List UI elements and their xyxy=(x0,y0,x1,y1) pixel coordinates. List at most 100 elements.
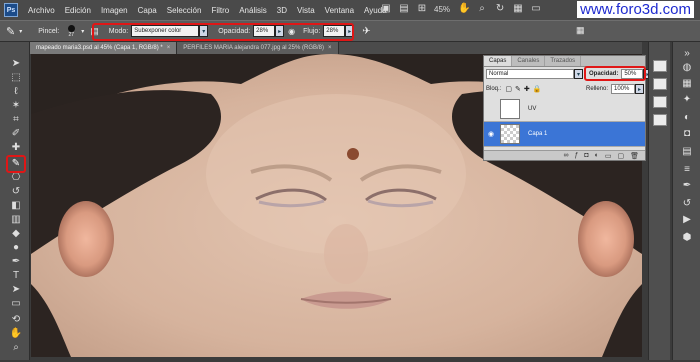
3d-panel-icon[interactable]: ⬢ xyxy=(680,232,694,244)
zoom-level[interactable]: 45% xyxy=(434,5,450,14)
history-brush-icon[interactable]: ↺ xyxy=(9,186,23,198)
preset-dropdown-icon[interactable]: ▾ xyxy=(19,28,22,35)
view-extras-icon[interactable]: ⊞ xyxy=(416,3,428,15)
menu-3d[interactable]: 3D xyxy=(277,6,287,15)
lock-all-icon[interactable]: 🔒 xyxy=(533,85,542,93)
tab-mapeado-maria3[interactable]: mapeado maria3.psd al 45% (Capa 1, RGB/8… xyxy=(30,42,178,54)
type-tool-icon[interactable]: T xyxy=(9,270,23,282)
paths-panel-icon[interactable]: ✒ xyxy=(680,180,694,192)
swatches-panel-icon[interactable]: ▦ xyxy=(680,78,694,90)
tab-capas[interactable]: Capas xyxy=(484,56,513,66)
brush-label: Pincel: xyxy=(38,27,60,35)
styles-panel-icon[interactable]: ✦ xyxy=(680,94,694,106)
bridge-icon[interactable]: ▣ xyxy=(380,3,392,15)
menu-bar-tools: ▣ ▤ ⊞ 45% ✋ ⌕ ↻ ▦ ▭ xyxy=(380,3,548,15)
tab-perfiles-maria[interactable]: PERFILES MARIA alejandra 077.jpg al 25% … xyxy=(177,42,339,54)
rotate-view-icon[interactable]: ↻ xyxy=(494,3,506,15)
layer-name[interactable]: UV xyxy=(528,106,536,112)
3d-rotate-icon[interactable]: ⟲ xyxy=(9,314,23,326)
adjustments-panel-icon[interactable]: ◐ xyxy=(680,112,694,124)
path-selection-icon[interactable]: ➤ xyxy=(9,284,23,296)
menu-imagen[interactable]: Imagen xyxy=(101,6,128,15)
panel-button[interactable] xyxy=(653,60,667,72)
menu-analisis[interactable]: Análisis xyxy=(239,6,267,15)
zoom-tool-icon[interactable]: ⌕ xyxy=(9,342,23,354)
close-icon[interactable]: × xyxy=(167,45,171,51)
fx-icon[interactable]: ƒ xyxy=(574,152,578,159)
new-layer-icon[interactable]: ▢ xyxy=(617,152,624,160)
photoshop-window: Ps Archivo Edición Imagen Capa Selección… xyxy=(0,0,700,362)
group-icon[interactable]: ▭ xyxy=(605,152,612,160)
layers-panel-icon[interactable]: ▤ xyxy=(680,146,694,158)
crop-tool-icon[interactable]: ⌗ xyxy=(9,114,23,126)
lock-transparency-icon[interactable]: ▢ xyxy=(505,85,512,93)
panel-icons-strip: » ◍ ▦ ✦ ◐ ◘ ▤ ≡ ✒ ↺ ▶ ⬢ xyxy=(672,42,700,360)
blend-mode-dropdown-icon[interactable]: ▾ xyxy=(574,69,583,79)
collapse-panels-icon[interactable]: » xyxy=(680,48,694,60)
hand-tool-icon[interactable]: ✋ xyxy=(458,3,470,15)
hand-tool-icon[interactable]: ✋ xyxy=(9,328,23,340)
eyedropper-tool-icon[interactable]: ✐ xyxy=(9,128,23,140)
trash-icon[interactable]: 🗑 xyxy=(630,152,639,160)
lock-pixels-icon[interactable]: ✎ xyxy=(515,85,521,93)
layer-row-uv[interactable]: UV xyxy=(484,97,645,122)
photoshop-logo: Ps xyxy=(4,3,18,17)
dodge-tool-icon[interactable]: ● xyxy=(9,242,23,254)
layer-row-capa-1[interactable]: ◉ Capa 1 xyxy=(484,122,645,147)
lasso-tool-icon[interactable]: ℓ xyxy=(9,86,23,98)
arrange-documents-icon[interactable]: ▦ xyxy=(512,3,524,15)
pen-tool-icon[interactable]: ✒ xyxy=(9,256,23,268)
brush-size: 27 xyxy=(68,31,75,38)
masks-panel-icon[interactable]: ◘ xyxy=(680,128,694,140)
panel-button[interactable] xyxy=(653,78,667,90)
close-icon[interactable]: × xyxy=(328,45,332,51)
history-panel-icon[interactable]: ↺ xyxy=(680,198,694,210)
zoom-tool-icon[interactable]: ⌕ xyxy=(476,3,488,15)
brush-preset-icon[interactable]: ✎ xyxy=(6,25,15,38)
blur-tool-icon[interactable]: ◆ xyxy=(9,228,23,240)
menu-edicion[interactable]: Edición xyxy=(65,6,91,15)
channels-panel-icon[interactable]: ≡ xyxy=(680,164,694,176)
visibility-toggle[interactable] xyxy=(484,106,498,113)
blend-mode-select[interactable]: Normal xyxy=(486,69,574,79)
menu-vista[interactable]: Vista xyxy=(297,6,315,15)
shape-tool-icon[interactable]: ▭ xyxy=(9,298,23,310)
panel-button[interactable] xyxy=(653,114,667,126)
panel-button[interactable] xyxy=(653,96,667,108)
tab-trazados[interactable]: Trazados xyxy=(545,56,582,66)
adjustment-icon[interactable]: ◐ xyxy=(595,152,599,159)
mask-icon[interactable]: ◘ xyxy=(584,152,588,159)
tablet-pressure-icon[interactable]: ▦ xyxy=(576,25,585,36)
brush-tip-icon xyxy=(67,24,75,32)
marquee-tool-icon[interactable]: ⬚ xyxy=(9,72,23,84)
move-tool-icon[interactable]: ➤ xyxy=(9,58,23,70)
mini-bridge-icon[interactable]: ▤ xyxy=(398,3,410,15)
layers-footer: ∞ ƒ ◘ ◐ ▭ ▢ 🗑 xyxy=(484,150,645,160)
menu-ventana[interactable]: Ventana xyxy=(325,6,354,15)
lock-position-icon[interactable]: ✚ xyxy=(524,85,530,93)
eye-icon[interactable]: ◉ xyxy=(484,130,498,138)
link-icon[interactable]: ∞ xyxy=(563,152,568,159)
opacity-highlight-box xyxy=(584,66,646,81)
menu-archivo[interactable]: Archivo xyxy=(28,6,55,15)
brush-picker[interactable]: 27 xyxy=(63,22,79,40)
fill-input[interactable]: 100% xyxy=(611,84,635,94)
menu-seleccion[interactable]: Selección xyxy=(167,6,202,15)
tab-canales[interactable]: Canales xyxy=(512,56,546,66)
airbrush-icon[interactable]: ✈ xyxy=(362,26,370,37)
menu-bar: Ps Archivo Edición Imagen Capa Selección… xyxy=(0,0,700,20)
clone-stamp-icon[interactable]: ⎔ xyxy=(9,172,23,184)
spot-healing-icon[interactable]: ✚ xyxy=(9,142,23,154)
eraser-tool-icon[interactable]: ◧ xyxy=(9,200,23,212)
actions-panel-icon[interactable]: ▶ xyxy=(680,214,694,226)
menu-capa[interactable]: Capa xyxy=(138,6,157,15)
gradient-tool-icon[interactable]: ▥ xyxy=(9,214,23,226)
quick-selection-icon[interactable]: ✶ xyxy=(9,100,23,112)
brush-picker-dropdown-icon[interactable]: ▾ xyxy=(81,28,84,35)
fill-slider-icon[interactable]: ▸ xyxy=(635,84,644,94)
color-panel-icon[interactable]: ◍ xyxy=(680,62,694,74)
screen-mode-icon[interactable]: ▭ xyxy=(530,3,542,15)
menu-filtro[interactable]: Filtro xyxy=(211,6,229,15)
tools-panel: ➤ ⬚ ℓ ✶ ⌗ ✐ ✚ ✎ ⎔ ↺ ◧ ▥ ◆ ● ✒ T ➤ ▭ ⟲ ✋ … xyxy=(0,42,30,360)
layer-name[interactable]: Capa 1 xyxy=(528,131,547,137)
